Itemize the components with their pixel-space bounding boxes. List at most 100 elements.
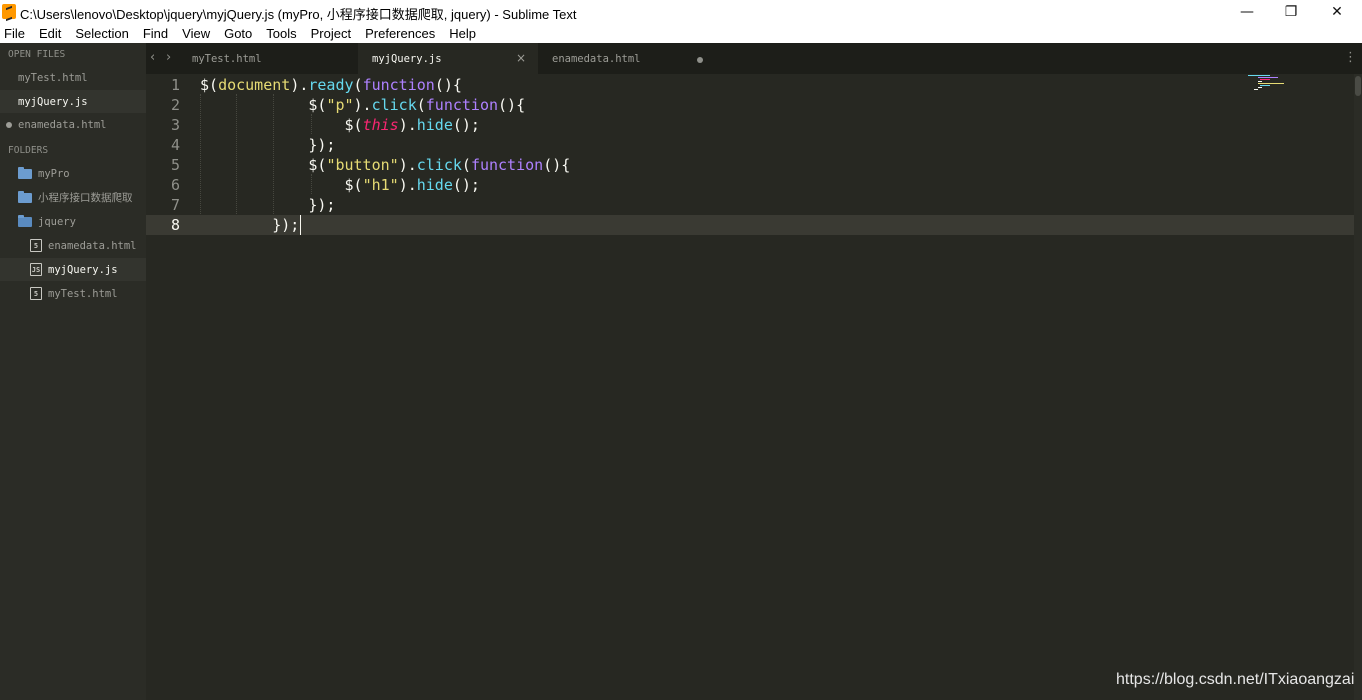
code-token: click (371, 96, 417, 114)
tab-back-icon[interactable]: ‹ (150, 50, 155, 65)
code-token: "h1" (362, 176, 399, 194)
code-token: ( (461, 156, 471, 174)
code-line: $(this).hide(); (200, 115, 480, 135)
open-file-mytest[interactable]: myTest.html (0, 66, 146, 89)
open-file-enamedata[interactable]: enamedata.html (0, 113, 146, 136)
watermark: https://blog.csdn.net/ITxiaoangzai (1116, 671, 1355, 688)
code-token: (){ (543, 156, 571, 174)
minimap-line (1258, 77, 1278, 78)
menu-selection[interactable]: Selection (75, 26, 128, 41)
tab-close-icon[interactable]: × (516, 51, 526, 65)
code-token: function (425, 96, 499, 114)
scrollbar-thumb[interactable] (1355, 76, 1361, 96)
code-line: $("p").click(function(){ (200, 95, 525, 115)
sidebar: OPEN FILES myTest.html myjQuery.js ename… (0, 43, 146, 700)
tree-file-enamedata[interactable]: 5 enamedata.html (0, 234, 146, 257)
minimap-line (1248, 75, 1270, 76)
code-token: this (362, 116, 399, 134)
tree-file-myjquery[interactable]: JS myjQuery.js (0, 258, 146, 281)
menu-file[interactable]: File (4, 26, 25, 41)
code-token: $( (200, 76, 219, 94)
menu-edit[interactable]: Edit (39, 26, 61, 41)
maximize-button[interactable]: ❐ (1268, 0, 1314, 23)
code-token: }); (200, 136, 336, 154)
menu-help[interactable]: Help (449, 26, 476, 41)
menu-tools[interactable]: Tools (266, 26, 296, 41)
open-files-heading: OPEN FILES (8, 49, 66, 60)
code-token: (); (452, 116, 480, 134)
code-token: ). (398, 156, 417, 174)
folder-miniprogram[interactable]: 小程序接口数据爬取 (0, 186, 146, 209)
tab-label: enamedata.html (552, 52, 641, 65)
minimap-line (1258, 83, 1284, 84)
open-file-label: enamedata.html (18, 118, 107, 131)
tab-myjquery[interactable]: myjQuery.js × (358, 43, 538, 74)
code-token: ). (290, 76, 309, 94)
code-token: document (218, 76, 291, 94)
menu-view[interactable]: View (182, 26, 210, 41)
code-token: function (362, 76, 435, 94)
line-number: 5 (170, 156, 180, 174)
code-editor[interactable]: 12345678 $(document).ready(function(){ $… (146, 74, 1354, 700)
folder-label: jquery (38, 215, 76, 228)
indent-guide (273, 94, 274, 214)
minimap[interactable] (1246, 74, 1296, 94)
modified-dot-icon (6, 122, 12, 128)
line-number: 6 (170, 176, 180, 194)
tab-enamedata[interactable]: enamedata.html (538, 43, 714, 74)
code-token: (); (452, 176, 480, 194)
minimize-button[interactable]: — (1224, 0, 1270, 23)
indent-guide (200, 94, 201, 214)
menu-goto[interactable]: Goto (224, 26, 252, 41)
tree-file-label: myTest.html (48, 287, 118, 300)
tree-file-mytest[interactable]: 5 myTest.html (0, 282, 146, 305)
minimap-line (1254, 89, 1258, 90)
tab-forward-icon[interactable]: › (166, 50, 171, 65)
code-line: }); (200, 215, 299, 235)
line-number: 3 (170, 116, 180, 134)
html5-file-icon: 5 (30, 287, 42, 300)
menu-find[interactable]: Find (143, 26, 168, 41)
code-token: "p" (326, 96, 354, 114)
js-file-icon: JS (30, 263, 42, 276)
tab-label: myTest.html (192, 52, 262, 65)
code-token: "button" (326, 156, 399, 174)
open-file-myjquery[interactable]: myjQuery.js (0, 90, 146, 113)
menu-project[interactable]: Project (311, 26, 351, 41)
window-title: C:\Users\lenovo\Desktop\jquery\myjQuery.… (20, 7, 577, 22)
code-token: click (416, 156, 462, 174)
close-window-button[interactable]: ✕ (1314, 0, 1360, 23)
code-token: ( (416, 96, 426, 114)
code-line: $("h1").hide(); (200, 175, 480, 195)
line-number: 1 (170, 76, 180, 94)
minimap-line (1260, 79, 1270, 80)
code-token: $( (200, 116, 363, 134)
code-line: }); (200, 135, 335, 155)
vertical-scrollbar[interactable] (1354, 74, 1362, 700)
folders-heading: FOLDERS (8, 145, 49, 156)
code-token: hide (416, 176, 453, 194)
indent-guide (311, 114, 312, 134)
sublime-text-icon (2, 4, 16, 19)
code-token: }); (200, 196, 336, 214)
code-token: ). (398, 176, 417, 194)
tab-mytest[interactable]: myTest.html (182, 43, 358, 74)
code-token: hide (416, 116, 453, 134)
title-bar: C:\Users\lenovo\Desktop\jquery\myjQuery.… (0, 0, 1362, 23)
code-token: }); (200, 216, 300, 234)
code-token: $( (200, 156, 327, 174)
tab-modified-dot-icon (697, 57, 703, 63)
open-file-label: myTest.html (18, 71, 88, 84)
tree-file-label: enamedata.html (48, 239, 137, 252)
code-token: $( (200, 96, 327, 114)
menu-preferences[interactable]: Preferences (365, 26, 435, 41)
folder-open-icon (18, 214, 32, 227)
line-number: 4 (170, 136, 180, 154)
folder-label: 小程序接口数据爬取 (38, 192, 133, 204)
folder-jquery[interactable]: jquery (0, 210, 146, 233)
minimap-line (1258, 87, 1262, 88)
folder-mypro[interactable]: myPro (0, 162, 146, 185)
code-token: ( (353, 76, 363, 94)
menu-bar: File Edit Selection Find View Goto Tools… (0, 23, 1362, 43)
tab-menu-icon[interactable]: ⋮ (1344, 50, 1357, 65)
